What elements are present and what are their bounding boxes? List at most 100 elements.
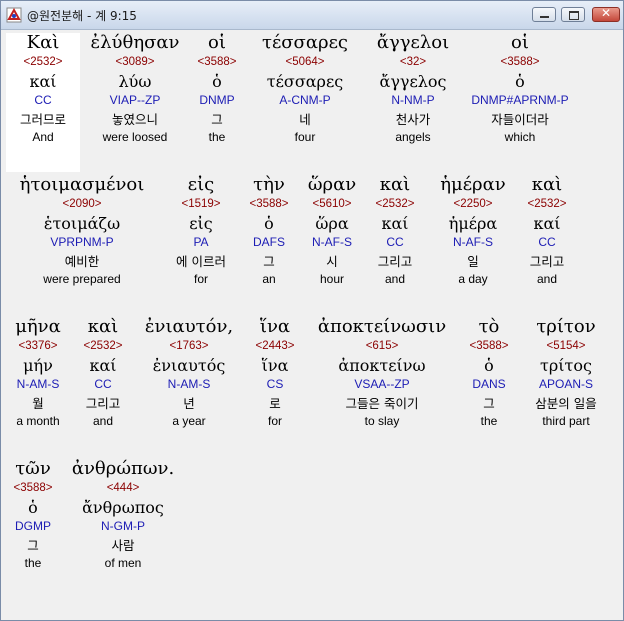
lemma: καί [381, 214, 409, 233]
greek-word: ἵνα [259, 316, 291, 337]
word-block[interactable]: τῶν <3588> ὁ DGMP 그 the [7, 460, 59, 573]
lemma: εἰς [189, 214, 213, 233]
word-block[interactable]: τρίτον <5154> τρίτος APOAN-S 삼분의 일을 thir… [521, 318, 611, 431]
parsing-code: VPRPNM-P [50, 235, 114, 249]
word-block[interactable]: οἱ <3588> ὁ DNMP#APRNM-P 자들이더라 which [467, 34, 573, 147]
lemma: ἡμέρα [448, 214, 498, 233]
word-block[interactable]: οἱ <3588> ὁ DNMP 그 the [191, 34, 243, 147]
english-gloss: four [294, 130, 316, 144]
lemma: ἀποκτείνω [338, 356, 426, 375]
parsing-code: N-NM-P [391, 93, 435, 107]
word-block[interactable]: ἀποκτείνωσιν <615> ἀποκτείνω VSAA--ZP 그들… [309, 318, 455, 431]
korean-gloss: 그 [211, 112, 223, 127]
word-block[interactable]: ἐλύθησαν <3089> λύω VIAP--ZP 놓였으니 were l… [87, 34, 183, 147]
greek-word: τὸ [478, 316, 500, 337]
korean-gloss: 그리고 [529, 254, 565, 269]
word-block[interactable]: ἡτοιμασμένοι <2090> ἑτοιμάζω VPRPNM-P 예비… [7, 176, 157, 289]
korean-gloss: 그들은 죽이기 [345, 396, 419, 411]
english-gloss: angels [395, 130, 431, 144]
greek-word: μῆνα [15, 316, 61, 337]
korean-gloss: 자들이더라 [491, 112, 549, 127]
english-gloss: and [384, 272, 406, 286]
greek-word: ἀνθρώπων. [71, 458, 175, 479]
window-title: @원전분해 - 계 9:15 [27, 9, 137, 23]
lemma: ὁ [28, 498, 38, 517]
word-block[interactable]: καὶ <2532> καί CC 그리고 and [519, 176, 575, 289]
korean-gloss: 월 [32, 396, 44, 411]
lemma: καί [533, 214, 561, 233]
greek-word: ἡμέραν [440, 174, 506, 195]
app-window: @원전분해 - 계 9:15 ✕ Καὶ <2532> καί CC 그러므로 … [0, 0, 624, 621]
korean-gloss: 일 [467, 254, 479, 269]
korean-gloss: 그리고 [377, 254, 413, 269]
english-gloss: for [193, 272, 208, 286]
english-gloss: were loosed [102, 130, 168, 144]
lemma: λύω [118, 72, 152, 91]
parsing-code: DNMP [199, 93, 235, 107]
korean-gloss: 그 [483, 396, 495, 411]
word-block[interactable]: ὥραν <5610> ὥρα N-AF-S 시 hour [301, 176, 363, 289]
korean-gloss: 로 [269, 396, 281, 411]
close-icon: ✕ [600, 6, 612, 20]
parsing-code: N-AM-S [16, 377, 60, 391]
lemma: ἄνθρωπος [82, 498, 164, 517]
korean-gloss: 그리고 [85, 396, 121, 411]
korean-gloss: 그러므로 [19, 112, 66, 127]
minimize-button[interactable] [532, 7, 556, 22]
lemma: ὁ [515, 72, 525, 91]
english-gloss: which [504, 130, 536, 144]
word-block[interactable]: τέσσαρες <5064> τέσσαρες A-CNM-P 네 four [251, 34, 359, 147]
app-logo-icon [6, 7, 22, 23]
lemma: ἄγγελος [379, 72, 447, 91]
lemma: καί [89, 356, 117, 375]
word-block[interactable]: μῆνα <3376> μήν N-AM-S 월 a month [7, 318, 69, 431]
word-block[interactable]: ἐνιαυτόν, <1763> ἐνιαυτός N-AM-S 년 a yea… [135, 318, 243, 431]
parsing-code: N-AF-S [453, 235, 493, 249]
korean-gloss: 놓였으니 [111, 112, 158, 127]
greek-word: ἀποκτείνωσιν [317, 316, 447, 337]
word-block[interactable]: Καὶ <2532> καί CC 그러므로 And [5, 34, 81, 147]
parsing-code: CC [386, 235, 404, 249]
korean-gloss: 천사가 [395, 112, 431, 127]
parsing-code: DANS [472, 377, 506, 391]
word-block[interactable]: ἄγγελοι <32> ἄγγελος N-NM-P 천사가 angels [367, 34, 459, 147]
lemma: μήν [23, 356, 53, 375]
english-gloss: a month [16, 414, 60, 428]
lemma: ἑτοιμάζω [43, 214, 121, 233]
maximize-button[interactable] [561, 7, 585, 22]
english-gloss: the [480, 414, 498, 428]
word-block[interactable]: καὶ <2532> καί CC 그리고 and [367, 176, 423, 289]
word-block[interactable]: ἀνθρώπων. <444> ἄνθρωπος N-GM-P 사람 of me… [63, 460, 183, 573]
greek-word: Καὶ [26, 32, 60, 53]
greek-word: ὥραν [307, 174, 357, 195]
parsing-code: DGMP [15, 519, 51, 533]
greek-word: οἱ [511, 32, 529, 53]
word-block[interactable]: τὸ <3588> ὁ DANS 그 the [461, 318, 517, 431]
english-gloss: for [267, 414, 282, 428]
greek-word: ἐλύθησαν [90, 32, 180, 53]
close-button[interactable]: ✕ [592, 6, 620, 22]
english-gloss: the [208, 130, 226, 144]
word-block[interactable]: ἡμέραν <2250> ἡμέρα N-AF-S 일 a day [429, 176, 517, 289]
word-block[interactable]: ἵνα <2443> ἵνα CS 로 for [247, 318, 303, 431]
parsing-code: N-AF-S [312, 235, 352, 249]
korean-gloss: 에 이르러 [176, 254, 226, 269]
korean-gloss: 년 [183, 396, 195, 411]
parsing-code: CC [34, 93, 52, 107]
parsing-code: PA [193, 235, 209, 249]
english-gloss: a year [172, 414, 206, 428]
lemma: ὥρα [315, 214, 349, 233]
parsing-code: N-AM-S [167, 377, 211, 391]
parsing-code: A-CNM-P [279, 93, 331, 107]
minimize-icon [540, 16, 549, 18]
parsing-code: CC [94, 377, 112, 391]
english-gloss: to slay [364, 414, 400, 428]
greek-word: καὶ [379, 174, 411, 195]
word-block[interactable]: τὴν <3588> ὁ DAFS 그 an [243, 176, 295, 289]
title-bar[interactable]: @원전분해 - 계 9:15 ✕ [1, 1, 623, 30]
greek-word: εἰς [187, 174, 215, 195]
word-block[interactable]: καὶ <2532> καί CC 그리고 and [75, 318, 131, 431]
word-block[interactable]: εἰς <1519> εἰς PA 에 이르러 for [163, 176, 239, 289]
english-gloss: third part [542, 414, 590, 428]
english-gloss: the [24, 556, 42, 570]
